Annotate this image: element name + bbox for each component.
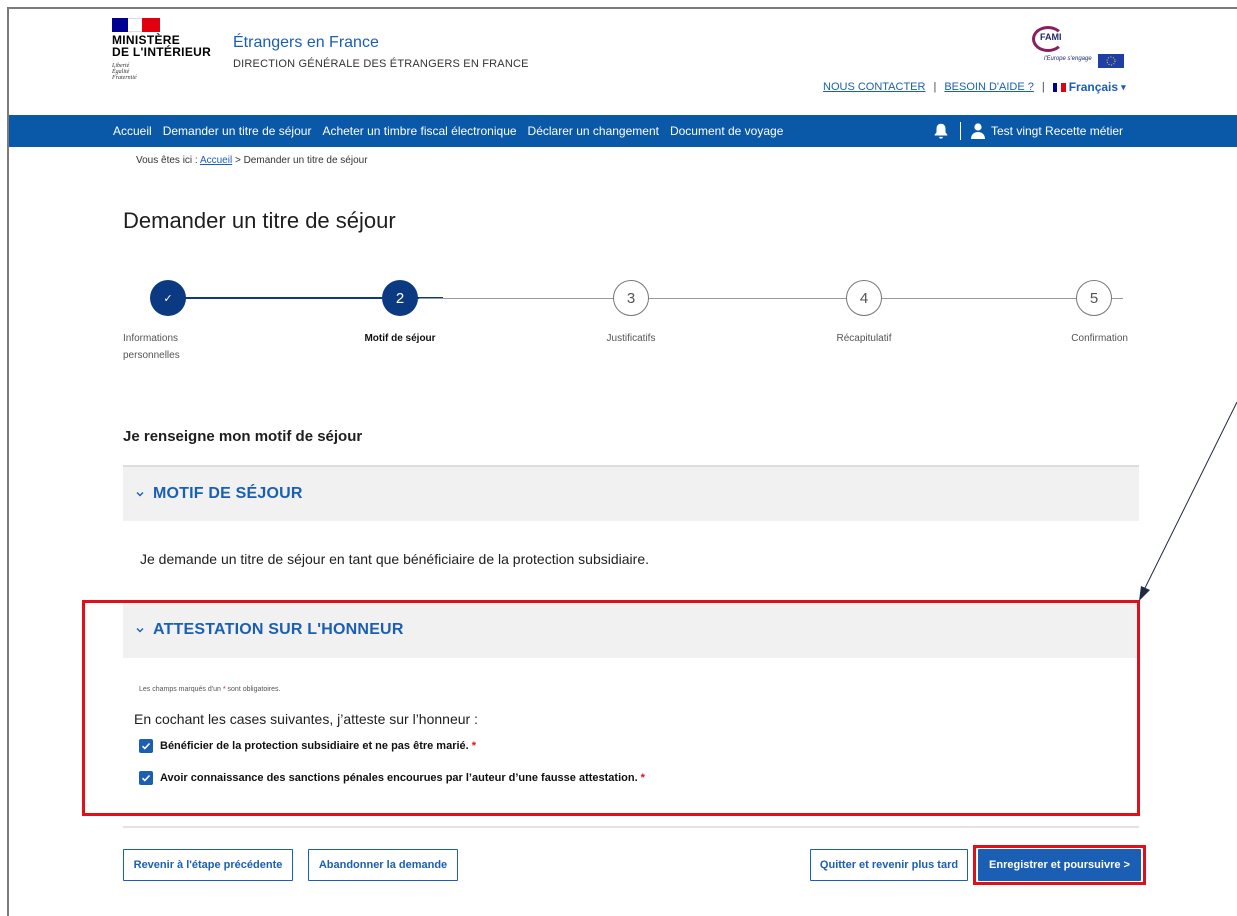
nav-menu: Accueil Demander un titre de séjour Ache…: [113, 115, 783, 147]
chevron-down-icon: [136, 492, 144, 497]
user-name[interactable]: Test vingt Recette métier: [991, 124, 1123, 138]
form-divider: [123, 826, 1139, 828]
page-title: Demander un titre de séjour: [123, 208, 396, 233]
step-4-circle: 4: [846, 280, 882, 316]
abandon-request-button[interactable]: Abandonner la demande: [308, 849, 458, 881]
step-1-label: Informations personnelles: [123, 333, 180, 361]
check-icon: ✓: [163, 292, 173, 305]
republique-francaise-logo: [112, 18, 160, 32]
step-3-circle: 3: [613, 280, 649, 316]
step-2-label: Motif de séjour: [364, 333, 436, 344]
step-2-circle: 2: [382, 280, 418, 316]
french-flag-icon: [1052, 82, 1066, 92]
previous-step-button[interactable]: Revenir à l'étape précédente: [123, 849, 293, 881]
contact-link[interactable]: NOUS CONTACTER: [823, 81, 925, 93]
nav-item-demander-titre[interactable]: Demander un titre de séjour: [163, 124, 312, 138]
nav-separator: [960, 122, 961, 140]
help-link[interactable]: BESOIN D'AIDE ?: [944, 81, 1034, 93]
user-icon: [971, 123, 985, 139]
caret-down-icon: ▾: [1121, 81, 1126, 92]
save-button-highlight-annotation: [973, 845, 1146, 885]
attestation-highlight-annotation: [82, 600, 1140, 816]
nav-item-timbre-fiscal[interactable]: Acheter un timbre fiscal électronique: [322, 124, 516, 138]
bell-icon[interactable]: [932, 122, 950, 140]
nav-item-declarer-changement[interactable]: Déclarer un changement: [528, 124, 659, 138]
devise: Liberté Égalité Fraternité: [112, 63, 137, 81]
header-links: NOUS CONTACTER | BESOIN D'AIDE ? | Franç…: [823, 80, 1126, 94]
step-3-label: Justificatifs: [606, 333, 656, 344]
motif-description: Je demande un titre de séjour en tant qu…: [140, 551, 649, 567]
motif-panel-header[interactable]: MOTIF DE SÉJOUR: [123, 465, 1139, 521]
nav-user-area: Test vingt Recette métier: [932, 115, 1123, 147]
step-4-label: Récapitulatif: [836, 333, 892, 344]
breadcrumb: Vous êtes ici : Accueil > Demander un ti…: [136, 155, 368, 166]
section-title: Je renseigne mon motif de séjour: [123, 428, 363, 445]
link-separator: |: [1041, 81, 1045, 93]
progress-stepper: ✓ 2 3 4 5 Informations personnelles Moti…: [123, 280, 1143, 370]
step-1-circle: ✓: [150, 280, 186, 316]
site-title[interactable]: Étrangers en France: [233, 34, 379, 52]
step-5-circle: 5: [1076, 280, 1112, 316]
breadcrumb-home-link[interactable]: Accueil: [200, 155, 232, 166]
motif-panel-title: MOTIF DE SÉJOUR: [153, 485, 303, 502]
language-selector[interactable]: Français ▾: [1052, 80, 1126, 94]
site-subtitle: DIRECTION GÉNÉRALE DES ÉTRANGERS EN FRAN…: [233, 58, 529, 70]
link-separator: |: [933, 81, 937, 93]
step-5-label: Confirmation: [1071, 333, 1128, 344]
step-connector: [419, 298, 1123, 299]
ministry-name: MINISTÈRE DE L'INTÉRIEUR: [112, 33, 212, 59]
nav-item-document-voyage[interactable]: Document de voyage: [670, 124, 783, 138]
fami-eu-logo: FAMI l'Europe s'engage: [1028, 24, 1124, 68]
nav-item-accueil[interactable]: Accueil: [113, 124, 152, 138]
eu-flag-icon: [1098, 54, 1124, 68]
quit-later-button[interactable]: Quitter et revenir plus tard: [810, 849, 968, 881]
